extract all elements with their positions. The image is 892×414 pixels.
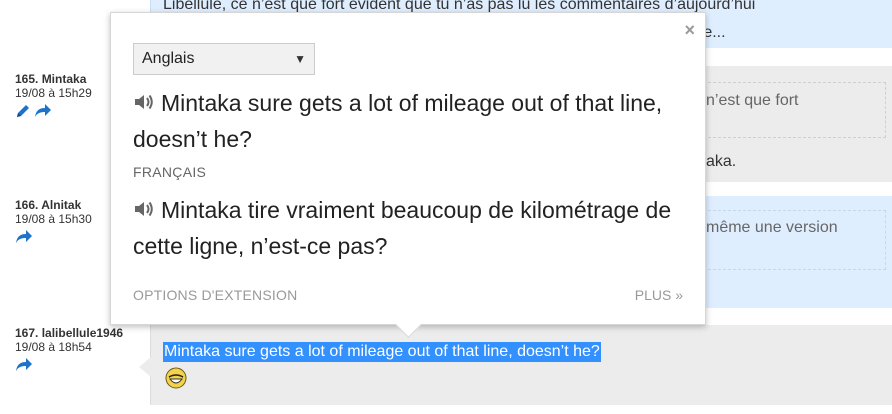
dropdown-arrow-icon: ▼ [294, 52, 306, 66]
smiley-icon [165, 367, 187, 389]
translated-text: Mintaka tire vraiment beaucoup de kilomé… [133, 197, 672, 259]
quote-fragment: n’est que fort [706, 92, 799, 109]
target-language-label: FRANÇAIS [133, 164, 207, 180]
selected-text[interactable]: Mintaka sure gets a lot of mileage out o… [163, 342, 601, 362]
comment-text-fragment: aka. [706, 153, 737, 170]
comment-author[interactable]: 167. lalibellule1946 [15, 326, 135, 340]
close-icon[interactable]: × [684, 21, 695, 39]
comment-meta-167: 167. lalibellule1946 19/08 à 18h54 [15, 326, 135, 373]
edit-icon[interactable] [15, 103, 31, 119]
extension-options-link[interactable]: OPTIONS D'EXTENSION [133, 287, 297, 303]
source-text-block: Mintaka sure gets a lot of mileage out o… [133, 86, 693, 156]
translation-popup: × Anglais ▼ Mintaka sure gets a lot of m… [110, 12, 706, 338]
bubble-notch [139, 357, 151, 377]
source-language-select[interactable]: Anglais ▼ [133, 43, 315, 75]
speaker-icon[interactable] [133, 193, 155, 227]
reply-icon[interactable] [15, 230, 33, 244]
translated-text-block: Mintaka tire vraiment beaucoup de kilomé… [133, 193, 693, 263]
more-link[interactable]: PLUS » [635, 287, 683, 303]
reply-icon[interactable] [34, 104, 52, 118]
reply-icon[interactable] [15, 358, 33, 372]
source-language-value: Anglais [142, 50, 195, 67]
speaker-icon[interactable] [133, 86, 155, 120]
comment-date: 19/08 à 18h54 [15, 340, 92, 354]
comment-text-fragment: même une version [706, 219, 838, 236]
comment-bubble-167 [139, 325, 892, 405]
source-text: Mintaka sure gets a lot of mileage out o… [133, 90, 663, 152]
